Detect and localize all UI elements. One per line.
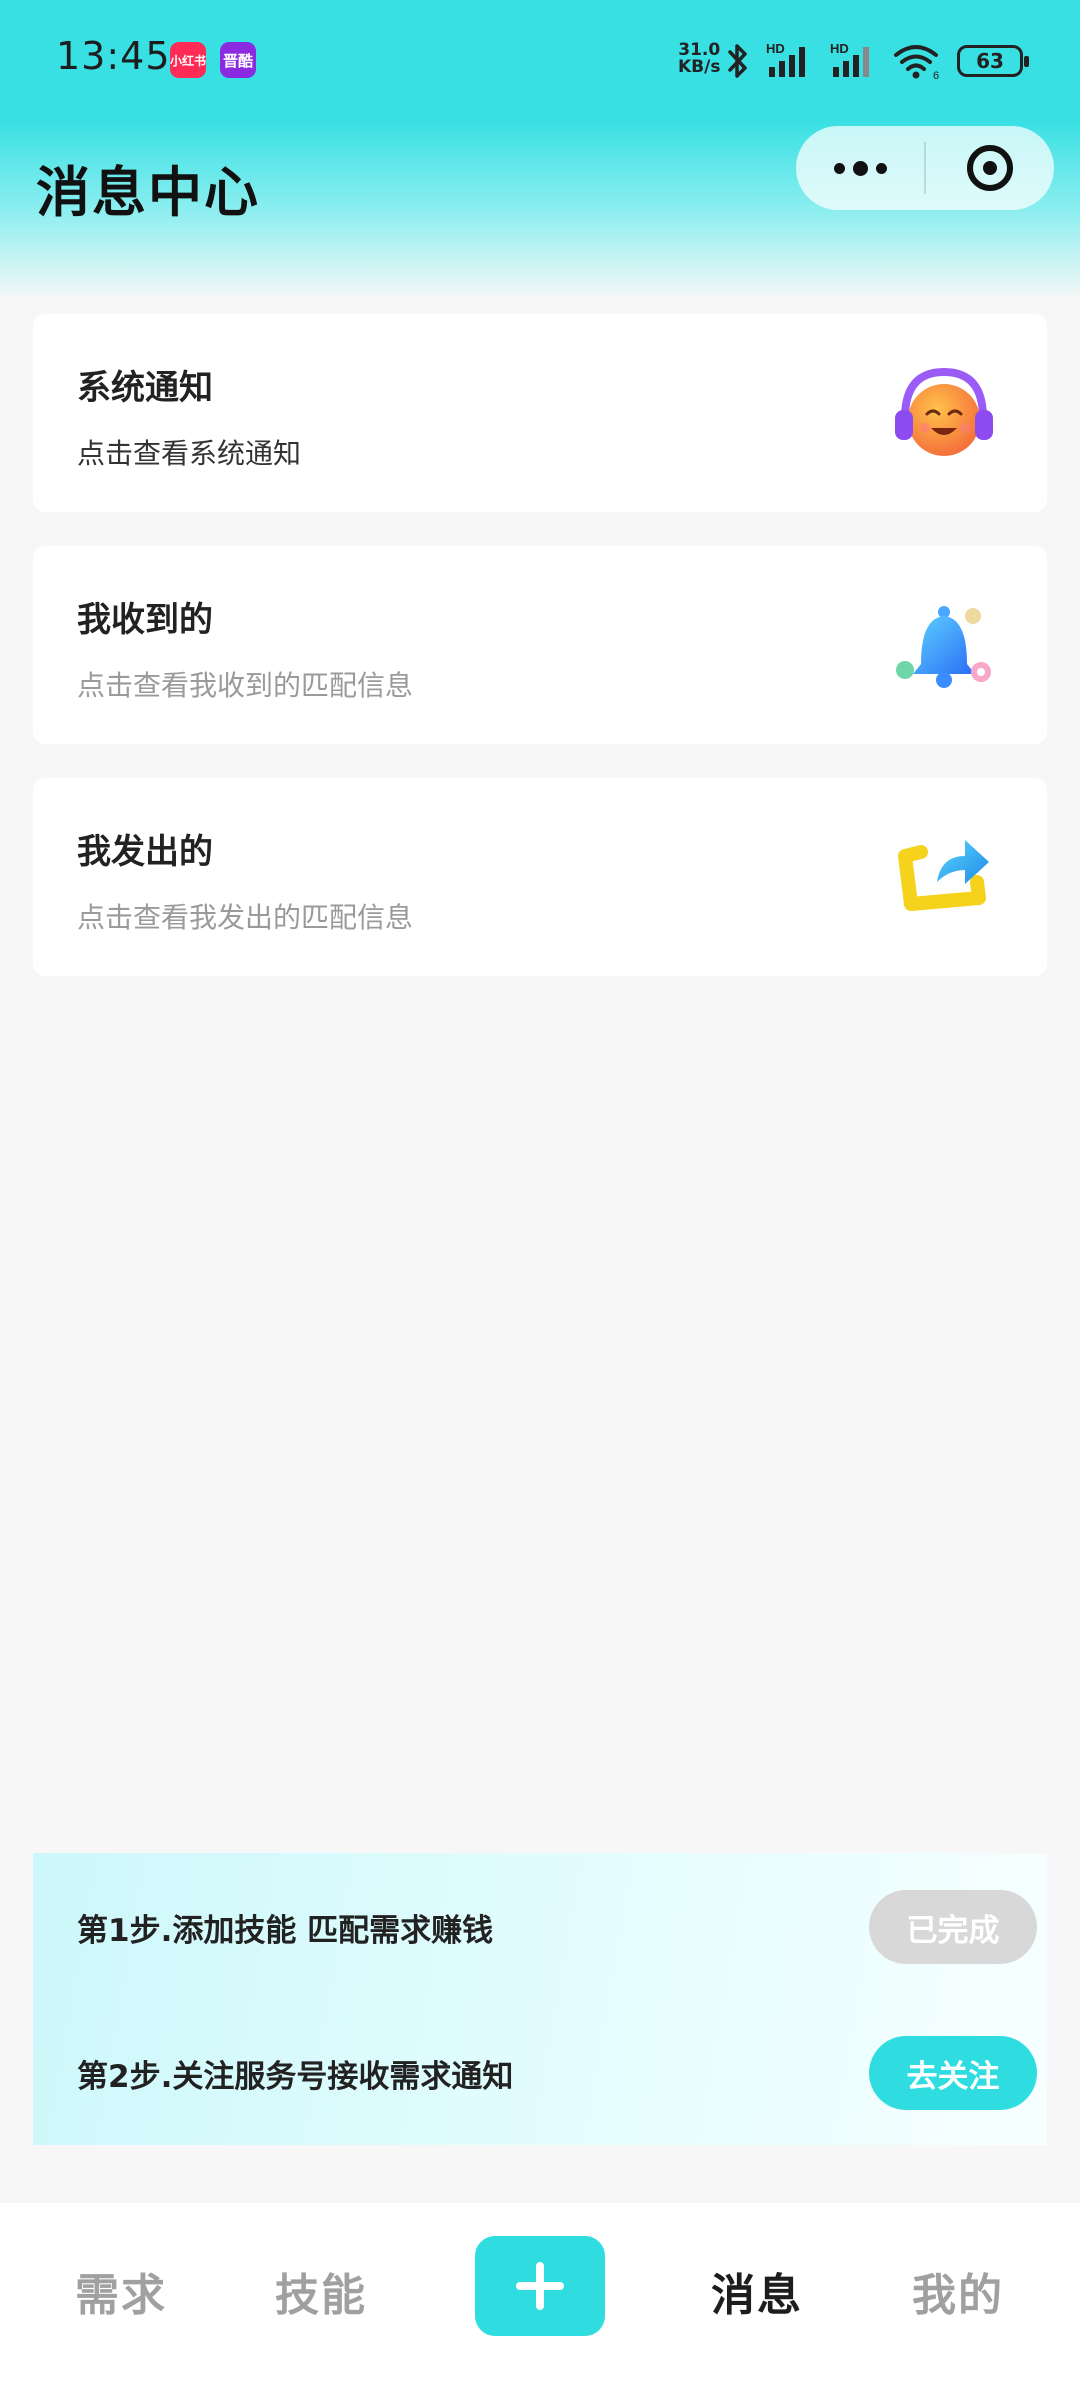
sent-card[interactable]: 我发出的 点击查看我发出的匹配信息 [33, 778, 1047, 976]
network-speed: 31.0 KB/s [678, 42, 720, 76]
step-1-text: 第1步.添加技能 匹配需求赚钱 [77, 1912, 494, 1949]
system-notice-card[interactable]: 系统通知 点击查看系统通知 [33, 314, 1047, 512]
page-title: 消息中心 [36, 161, 260, 224]
battery-level: 63 [976, 49, 1004, 73]
more-icon [833, 162, 845, 174]
tab-demand[interactable]: 需求 [41, 2259, 201, 2323]
status-bar: 13:45 小红书 晋酷 31.0 KB/s HD HD 6 63 [0, 0, 1080, 120]
wifi-icon: 6 [894, 45, 939, 81]
miniprogram-capsule [796, 126, 1054, 210]
status-icons: HD HD 6 63 [725, 36, 1029, 86]
step-1-row: 第1步.添加技能 匹配需求赚钱 已完成 [77, 1887, 1037, 1967]
bell-icon [896, 606, 991, 688]
close-target-icon [967, 145, 1013, 191]
signal-icon: HD [766, 41, 805, 77]
tab-skills[interactable]: 技能 [241, 2259, 401, 2323]
bluetooth-icon [728, 44, 747, 78]
bottom-tab-bar: 需求 技能 消息 我的 [0, 2203, 1080, 2403]
xiaohongshu-app-icon: 小红书 [170, 42, 206, 78]
signal-hd-label-1: HD [766, 41, 785, 56]
close-button[interactable] [926, 126, 1054, 210]
onboarding-steps-panel: 第1步.添加技能 匹配需求赚钱 已完成 第2步.关注服务号接收需求通知 去关注 [33, 1853, 1047, 2145]
step-2-text: 第2步.关注服务号接收需求通知 [77, 2058, 514, 2095]
signal-hd-label-2: HD [830, 41, 849, 56]
add-button[interactable] [475, 2236, 605, 2336]
more-button[interactable] [796, 126, 924, 210]
wifi-sub-label: 6 [933, 70, 939, 81]
signal-icon: HD [830, 41, 869, 77]
card-title: 我发出的 [77, 832, 213, 872]
step-2-row: 第2步.关注服务号接收需求通知 去关注 [77, 2033, 1037, 2113]
app-notification-icon: 晋酷 [220, 42, 256, 78]
tab-mine[interactable]: 我的 [878, 2259, 1038, 2323]
more-icon-dot [852, 160, 868, 176]
share-arrow-icon [898, 840, 989, 911]
plus-icon [516, 2262, 564, 2310]
follow-button[interactable]: 去关注 [869, 2036, 1037, 2110]
tab-messages[interactable]: 消息 [677, 2259, 837, 2323]
card-subtitle: 点击查看我收到的匹配信息 [77, 669, 414, 702]
card-subtitle: 点击查看系统通知 [77, 437, 302, 470]
network-speed-unit: KB/s [678, 57, 721, 77]
headphone-emoji-icon [895, 367, 993, 456]
card-title: 我收到的 [77, 600, 213, 640]
card-subtitle: 点击查看我发出的匹配信息 [77, 901, 414, 934]
more-icon-dot [875, 162, 887, 174]
status-time: 13:45 [56, 34, 171, 78]
step-1-done-button[interactable]: 已完成 [869, 1890, 1037, 1964]
card-title: 系统通知 [77, 368, 213, 408]
received-card[interactable]: 我收到的 点击查看我收到的匹配信息 [33, 546, 1047, 744]
battery-icon: 63 [957, 45, 1029, 77]
